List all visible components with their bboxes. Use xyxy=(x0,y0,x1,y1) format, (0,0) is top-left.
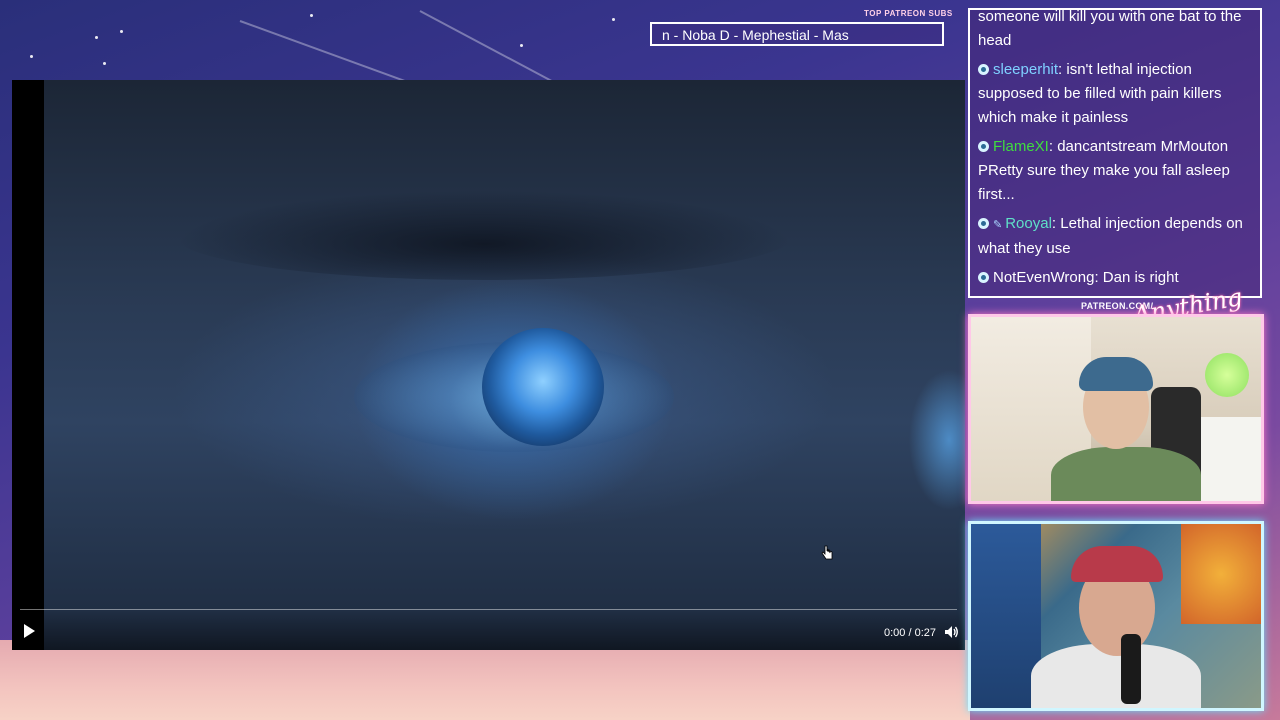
blue-iris xyxy=(482,328,604,446)
star-decoration xyxy=(30,55,33,58)
ticker-label: TOP PATREON SUBS xyxy=(864,9,953,18)
red-cap xyxy=(1071,546,1163,582)
drawer-cabinet xyxy=(1201,417,1261,501)
star-decoration xyxy=(95,36,98,39)
chat-message: NotEvenWrong: Dan is right xyxy=(978,266,1252,290)
volume-icon[interactable] xyxy=(943,624,959,640)
video-frame[interactable] xyxy=(44,80,965,650)
person-body xyxy=(1051,447,1201,501)
chat-username[interactable]: sleeperhit xyxy=(993,61,1058,78)
pink-cloud-floor xyxy=(0,640,970,720)
player-controls: 0:00 / 0:27 xyxy=(12,610,965,650)
chat-message-text: someone will kill you with one bat to th… xyxy=(978,8,1242,49)
ticker-text: n - Noba D - Mephestial - Mas xyxy=(662,27,849,43)
chat-message: ✎ Rooyal: Lethal injection depends on wha… xyxy=(978,212,1252,261)
star-decoration xyxy=(120,30,123,33)
chat-username[interactable]: FlameXI xyxy=(993,138,1049,155)
chat-message-text: : Dan is right xyxy=(1094,269,1179,286)
star-decoration xyxy=(612,18,615,21)
blue-hair xyxy=(1079,357,1153,391)
webcam-streamer-1 xyxy=(968,314,1264,504)
chat-message: someone will kill you with one bat to th… xyxy=(978,8,1252,53)
star-decoration xyxy=(103,62,106,65)
patreon-ticker: n - Noba D - Mephestial - Mas xyxy=(650,22,944,46)
chat-list: someone will kill you with one bat to th… xyxy=(978,8,1252,290)
time-display: 0:00 / 0:27 xyxy=(884,627,936,639)
chat-message: FlameXI: dancantstream MrMouton PRetty s… xyxy=(978,135,1252,207)
video-player[interactable]: 0:00 / 0:27 xyxy=(12,80,965,650)
star-decoration xyxy=(310,14,313,17)
chat-message: sleeperhit: isn't lethal injection suppo… xyxy=(978,58,1252,130)
chat-username[interactable]: Rooyal xyxy=(1005,215,1052,232)
play-icon[interactable] xyxy=(22,623,36,639)
chat-badge-icon xyxy=(978,64,989,75)
chat-panel[interactable]: someone will kill you with one bat to th… xyxy=(968,8,1262,298)
green-lamp xyxy=(1205,353,1249,397)
chat-badge-icon xyxy=(978,272,989,283)
microphone xyxy=(1121,634,1141,704)
wall-art xyxy=(1181,524,1261,624)
webcam-streamer-2 xyxy=(968,521,1264,711)
eyebrow-shadow xyxy=(174,190,794,280)
pencil-icon: ✎ xyxy=(993,219,1003,231)
star-decoration xyxy=(520,44,523,47)
hand-cursor-icon xyxy=(821,545,833,560)
chat-username[interactable]: NotEvenWrong xyxy=(993,269,1094,286)
chat-badge-icon xyxy=(978,218,989,229)
chat-badge-icon xyxy=(978,141,989,152)
